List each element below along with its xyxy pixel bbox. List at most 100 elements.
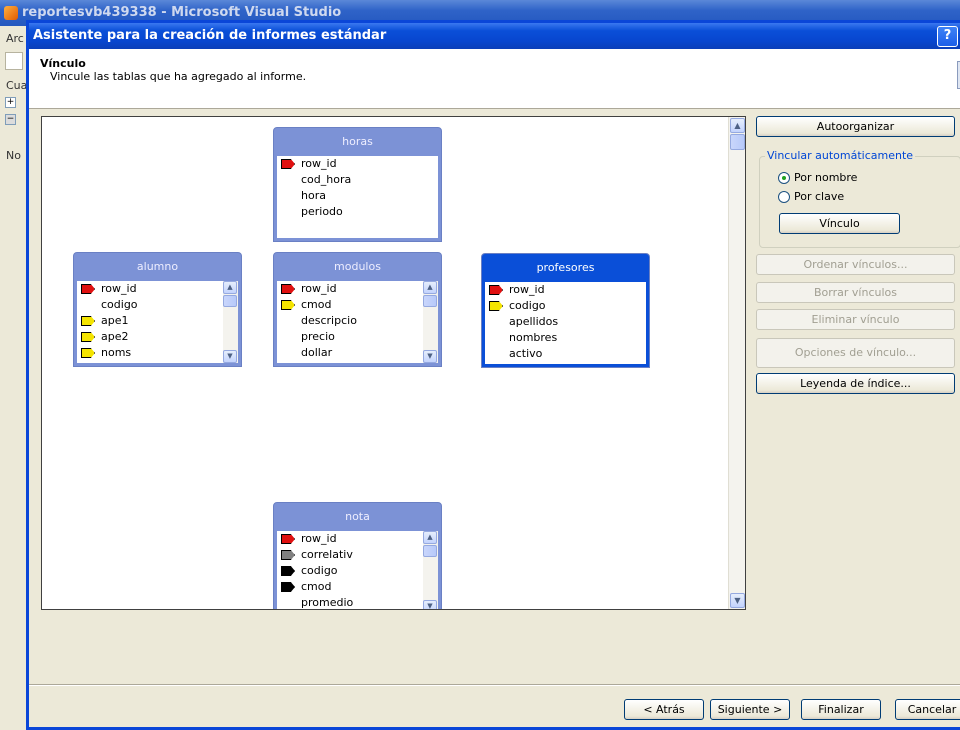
table-header[interactable]: profesores [482, 254, 649, 282]
field-name: row_id [301, 282, 337, 295]
field-name: cmod [301, 298, 332, 311]
field-name: row_id [509, 283, 545, 296]
scroll-thumb[interactable] [423, 545, 437, 557]
index-key-icon [281, 300, 295, 310]
table-field-list[interactable]: row_id cmod descripcio precio dollar ▲ ▼ [277, 281, 438, 363]
scroll-up-icon[interactable]: ▲ [423, 531, 437, 544]
key-icon [281, 566, 295, 576]
table-header[interactable]: alumno [74, 253, 241, 281]
vinculo-button[interactable]: Vínculo [779, 213, 900, 234]
index-key-icon [81, 316, 95, 326]
auto-link-group-label: Vincular automáticamente [765, 149, 916, 162]
field-name: cmod [301, 580, 332, 593]
visual-studio-icon [4, 6, 18, 20]
dialog-title: Asistente para la creación de informes e… [33, 28, 387, 43]
scroll-down-icon[interactable]: ▼ [423, 600, 437, 609]
step-title: Vínculo [40, 57, 86, 70]
radio-unselected-icon[interactable] [778, 191, 790, 203]
table-nota[interactable]: nota row_id correlativ codigo cmod prome… [273, 502, 442, 609]
radio-label: Por nombre [794, 171, 858, 184]
back-button[interactable]: < Atrás [624, 699, 704, 720]
link-diagram-canvas[interactable]: horas row_id cod_hora hora periodo alumn… [41, 116, 746, 610]
table-field-list[interactable]: row_id cod_hora hora periodo [277, 156, 438, 238]
scroll-up-icon[interactable]: ▲ [730, 118, 745, 133]
table-field-list[interactable]: row_id codigo ape1 ape2 noms ▲ ▼ [77, 281, 238, 363]
field-name: dollar [301, 346, 333, 359]
table-scrollbar[interactable]: ▲ ▼ [423, 281, 438, 363]
auto-link-group: Vincular automáticamente Por nombre Por … [759, 149, 960, 248]
index-key-icon [81, 348, 95, 358]
next-button[interactable]: Siguiente > [710, 699, 790, 720]
scroll-thumb[interactable] [423, 295, 437, 307]
primary-key-icon [281, 534, 295, 544]
field-name: row_id [301, 157, 337, 170]
table-header[interactable]: modulos [274, 253, 441, 281]
field-name: hora [301, 189, 326, 202]
field-name: ape1 [101, 314, 129, 327]
primary-key-icon [81, 284, 95, 294]
scroll-up-icon[interactable]: ▲ [423, 281, 437, 294]
table-alumno[interactable]: alumno row_id codigo ape1 ape2 noms ▲ ▼ [73, 252, 242, 367]
field-name: codigo [509, 299, 546, 312]
scroll-down-icon[interactable]: ▼ [223, 350, 237, 363]
tree-collapse-icon[interactable]: − [5, 114, 16, 125]
vs-toolbar-button[interactable] [5, 52, 23, 70]
field-name: promedio [301, 596, 354, 609]
eliminar-vinculo-button[interactable]: Eliminar vínculo [756, 309, 955, 330]
table-header[interactable]: horas [274, 128, 441, 156]
borrar-vinculos-button[interactable]: Borrar vínculos [756, 282, 955, 303]
field-name: precio [301, 330, 335, 343]
report-wizard-dialog: Asistente para la creación de informes e… [26, 20, 960, 730]
table-field-list[interactable]: row_id codigo apellidos nombres activo [485, 282, 646, 364]
primary-key-icon [489, 285, 503, 295]
field-name: nombres [509, 331, 558, 344]
radio-selected-icon[interactable] [778, 172, 790, 184]
scroll-down-icon[interactable]: ▼ [730, 593, 745, 608]
field-name: cod_hora [301, 173, 352, 186]
wizard-header: Vínculo Vincule las tablas que ha agrega… [29, 49, 960, 109]
tree-expand-icon[interactable]: + [5, 97, 16, 108]
step-description: Vincule las tablas que ha agregado al in… [50, 70, 307, 83]
field-name: noms [101, 346, 132, 359]
vs-menu-fragment[interactable]: Arc [6, 32, 24, 45]
vs-background-panel: Arc Cuad + − No [0, 26, 34, 720]
help-button[interactable]: ? [937, 26, 958, 47]
dialog-titlebar[interactable]: Asistente para la creación de informes e… [29, 23, 960, 49]
autoorganizar-button[interactable]: Autoorganizar [756, 116, 955, 137]
primary-key-icon [281, 284, 295, 294]
table-horas[interactable]: horas row_id cod_hora hora periodo [273, 127, 442, 242]
scroll-down-icon[interactable]: ▼ [423, 350, 437, 363]
field-name: codigo [301, 564, 338, 577]
field-name: row_id [101, 282, 137, 295]
table-scrollbar[interactable]: ▲ ▼ [223, 281, 238, 363]
finish-button[interactable]: Finalizar [801, 699, 881, 720]
table-field-list[interactable]: row_id correlativ codigo cmod promedio ▲… [277, 531, 438, 609]
canvas-scrollbar[interactable]: ▲ ▼ [728, 117, 745, 609]
footer-divider [29, 684, 960, 686]
ordenar-vinculos-button[interactable]: Ordenar vínculos... [756, 254, 955, 275]
field-name: correlativ [301, 548, 353, 561]
index-key-icon [81, 332, 95, 342]
table-header[interactable]: nota [274, 503, 441, 531]
scroll-thumb[interactable] [223, 295, 237, 307]
key-icon [281, 550, 295, 560]
field-name: descripcio [301, 314, 357, 327]
key-icon [281, 582, 295, 592]
scroll-thumb[interactable] [730, 134, 745, 150]
table-modulos[interactable]: modulos row_id cmod descripcio precio do [273, 252, 442, 367]
field-name: apellidos [509, 315, 559, 328]
opciones-vinculo-button[interactable]: Opciones de vínculo... [756, 338, 955, 368]
scroll-up-icon[interactable]: ▲ [223, 281, 237, 294]
field-name: activo [509, 347, 543, 360]
index-key-icon [489, 301, 503, 311]
leyenda-indice-button[interactable]: Leyenda de índice... [756, 373, 955, 394]
field-name: row_id [301, 532, 337, 545]
cancel-button[interactable]: Cancelar [895, 699, 960, 720]
vs-tree-fragment: No [6, 149, 21, 162]
primary-key-icon [281, 159, 295, 169]
vs-window-title: reportesvb439338 - Microsoft Visual Stud… [22, 5, 342, 20]
table-profesores[interactable]: profesores row_id codigo apellidos nombr… [481, 253, 650, 368]
table-scrollbar[interactable]: ▲ ▼ [423, 531, 438, 609]
field-name: ape2 [101, 330, 129, 343]
field-name: periodo [301, 205, 343, 218]
